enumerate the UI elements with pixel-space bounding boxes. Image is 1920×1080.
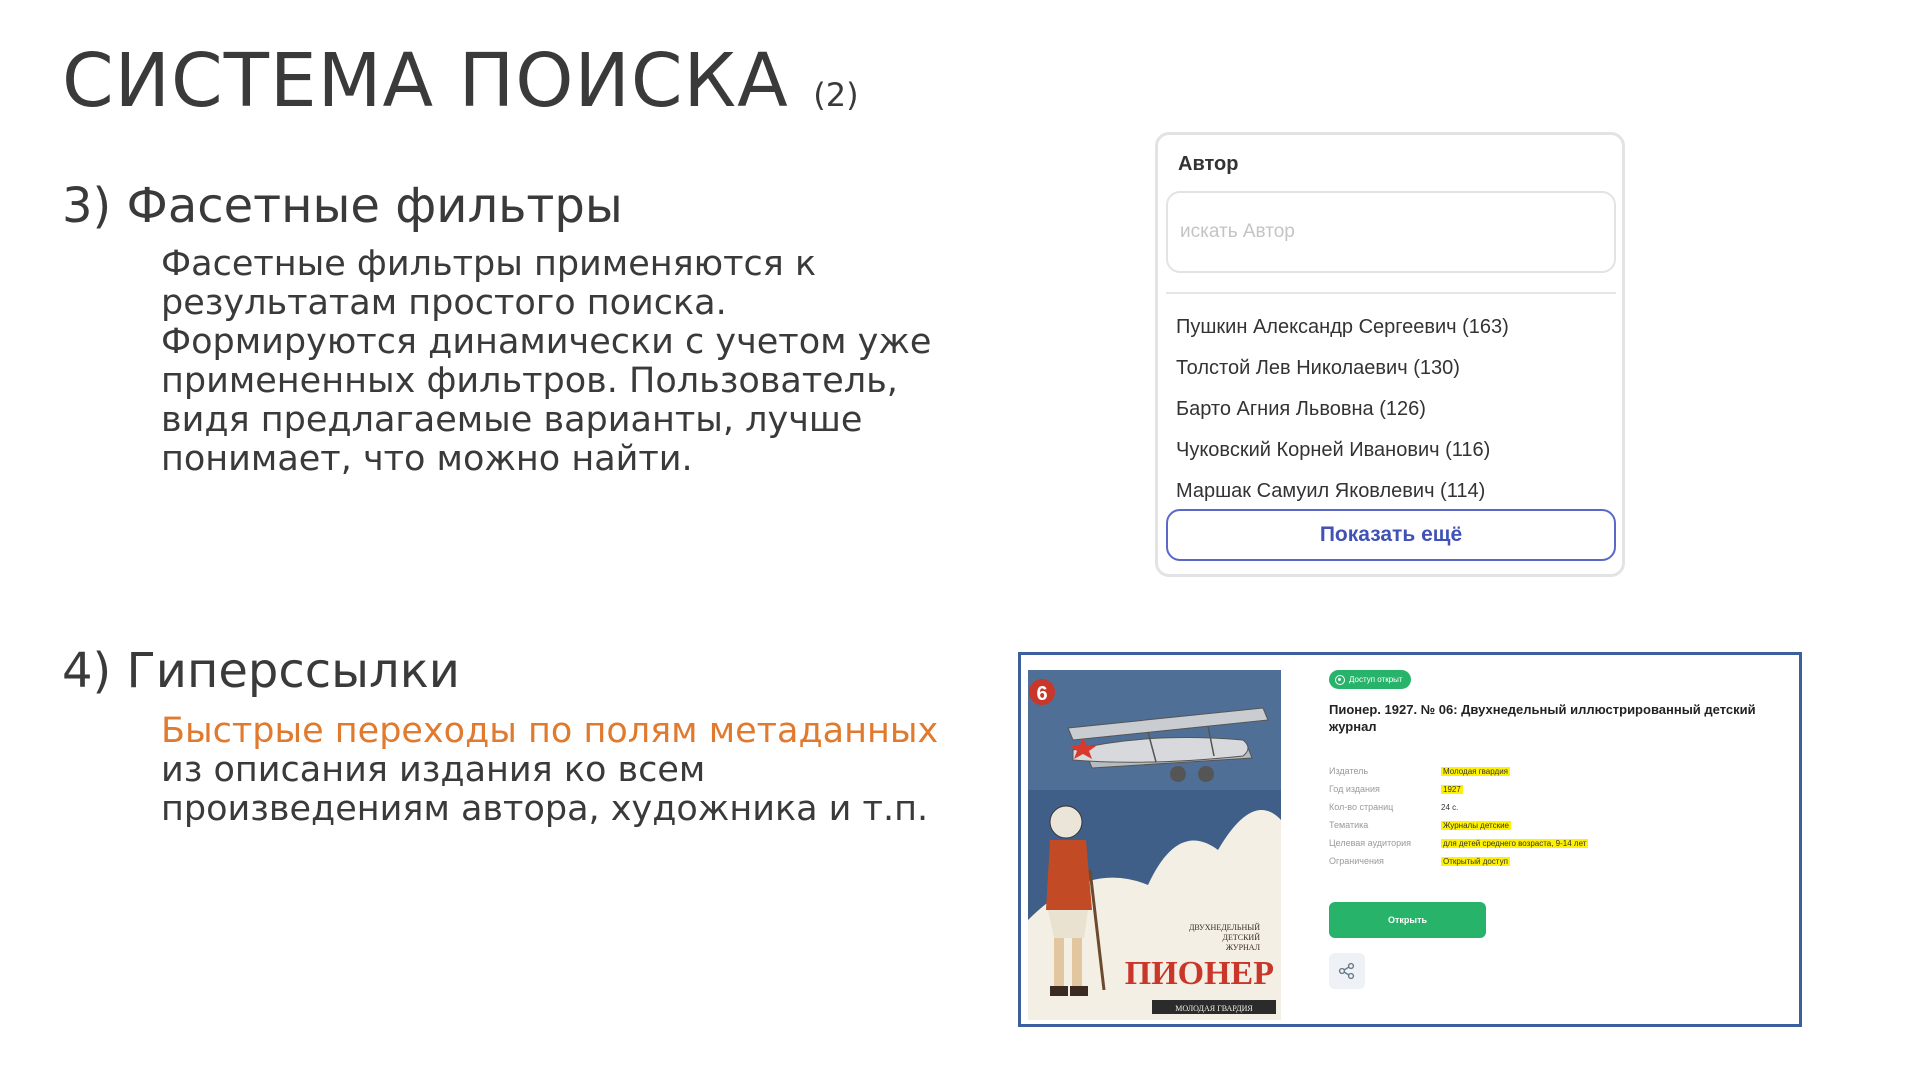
metadata-label: Кол-во страниц [1329,802,1394,812]
author-facet-item[interactable]: Маршак Самуил Яковлевич (114) [1176,471,1509,512]
metadata-row: Издатель Молодая гвардия [1329,762,1769,780]
metadata-link[interactable]: 1927 [1441,784,1463,794]
metadata-link[interactable]: Молодая гвардия [1441,766,1510,776]
section-text-facets: Фасетные фильтры применяются к результат… [161,245,981,479]
cover-subtitle-line: ДЕТСКИЙ [1223,933,1261,942]
section-text-hyperlinks: Быстрые переходы по полям метаданных из … [161,712,981,829]
author-search-input[interactable] [1166,191,1616,273]
badge-label: Доступ открыт [1349,675,1403,684]
author-facet-panel: Автор Пушкин Александр Сергеевич (163) Т… [1155,132,1625,577]
cover-magazine-title: ПИОНЕР [1125,955,1274,992]
cover-illustration: 6 ДВУХНЕДЕЛЬНЫЙ ДЕТСКИЙ ЖУРНАЛ ПИОНЕР МО… [1028,670,1281,1020]
share-button[interactable] [1329,953,1365,989]
facet-title: Автор [1178,153,1239,175]
slide-title: СИСТЕМА ПОИСКА (2) [62,38,859,124]
cover-image[interactable]: 6 ДВУХНЕДЕЛЬНЫЙ ДЕТСКИЙ ЖУРНАЛ ПИОНЕР МО… [1028,670,1281,1020]
metadata-value: 24 с. [1441,802,1459,812]
text-line: понимает, что можно найти. [161,439,693,479]
slide: СИСТЕМА ПОИСКА (2) 3) Фасетные фильтры Ф… [0,0,1920,1080]
author-facet-item[interactable]: Пушкин Александр Сергеевич (163) [1176,307,1509,348]
show-more-button[interactable]: Показать ещё [1166,509,1616,561]
publication-card: 6 ДВУХНЕДЕЛЬНЫЙ ДЕТСКИЙ ЖУРНАЛ ПИОНЕР МО… [1018,652,1802,1027]
cover-publisher: МОЛОДАЯ ГВАРДИЯ [1175,1004,1253,1013]
metadata-label: Ограничения [1329,856,1384,866]
divider [1166,292,1616,294]
metadata-list: Издатель Молодая гвардия Год издания 192… [1329,762,1769,870]
slide-title-suffix: (2) [813,76,859,114]
cover-subtitle-line: ДВУХНЕДЕЛЬНЫЙ [1189,923,1260,932]
author-facet-item[interactable]: Чуковский Корней Иванович (116) [1176,430,1509,471]
metadata-row: Тематика Журналы детские [1329,816,1769,834]
open-access-badge: Доступ открыт [1329,670,1411,689]
open-button[interactable]: Открыть [1329,902,1486,938]
share-icon [1338,962,1355,980]
text-line: примененных фильтров. Пользователь, [161,361,898,401]
cover-issue-number: 6 [1036,683,1047,705]
text-line: результатам простого поиска. [161,283,727,323]
metadata-row: Ограничения Открытый доступ [1329,852,1769,870]
text-line: видя предлагаемые варианты, лучше [161,400,863,440]
metadata-row: Кол-во страниц 24 с. [1329,798,1769,816]
metadata-link[interactable]: Открытый доступ [1441,856,1510,866]
metadata-link[interactable]: Журналы детские [1441,820,1512,830]
section-heading-hyperlinks: 4) Гиперссылки [62,643,460,699]
author-facet-item[interactable]: Толстой Лев Николаевич (130) [1176,348,1509,389]
metadata-row: Целевая аудитория для детей среднего воз… [1329,834,1769,852]
eye-icon [1335,674,1345,685]
author-facet-item[interactable]: Барто Агния Львовна (126) [1176,389,1509,430]
metadata-label: Издатель [1329,766,1369,776]
metadata-label: Целевая аудитория [1329,838,1411,848]
cover-subtitle-line: ЖУРНАЛ [1226,943,1261,952]
metadata-label: Год издания [1329,784,1380,794]
publication-title: Пионер. 1927. № 06: Двухнедельный иллюст… [1329,702,1756,734]
text-line: Фасетные фильтры применяются к [161,244,817,284]
metadata-link[interactable]: для детей среднего возраста, 9-14 лет [1441,838,1589,848]
metadata-row: Год издания 1927 [1329,780,1769,798]
text-line: Формируются динамически с учетом уже [161,322,932,362]
section-heading-facets: 3) Фасетные фильтры [62,178,623,234]
text-line: из описания издания ко всем [161,750,706,790]
text-line: произведениям автора, художника и т.п. [161,789,929,829]
accent-text-line: Быстрые переходы по полям метаданных [161,711,939,751]
metadata-label: Тематика [1329,820,1369,830]
slide-title-main: СИСТЕМА ПОИСКА [62,38,789,124]
author-list: Пушкин Александр Сергеевич (163) Толстой… [1176,307,1509,512]
